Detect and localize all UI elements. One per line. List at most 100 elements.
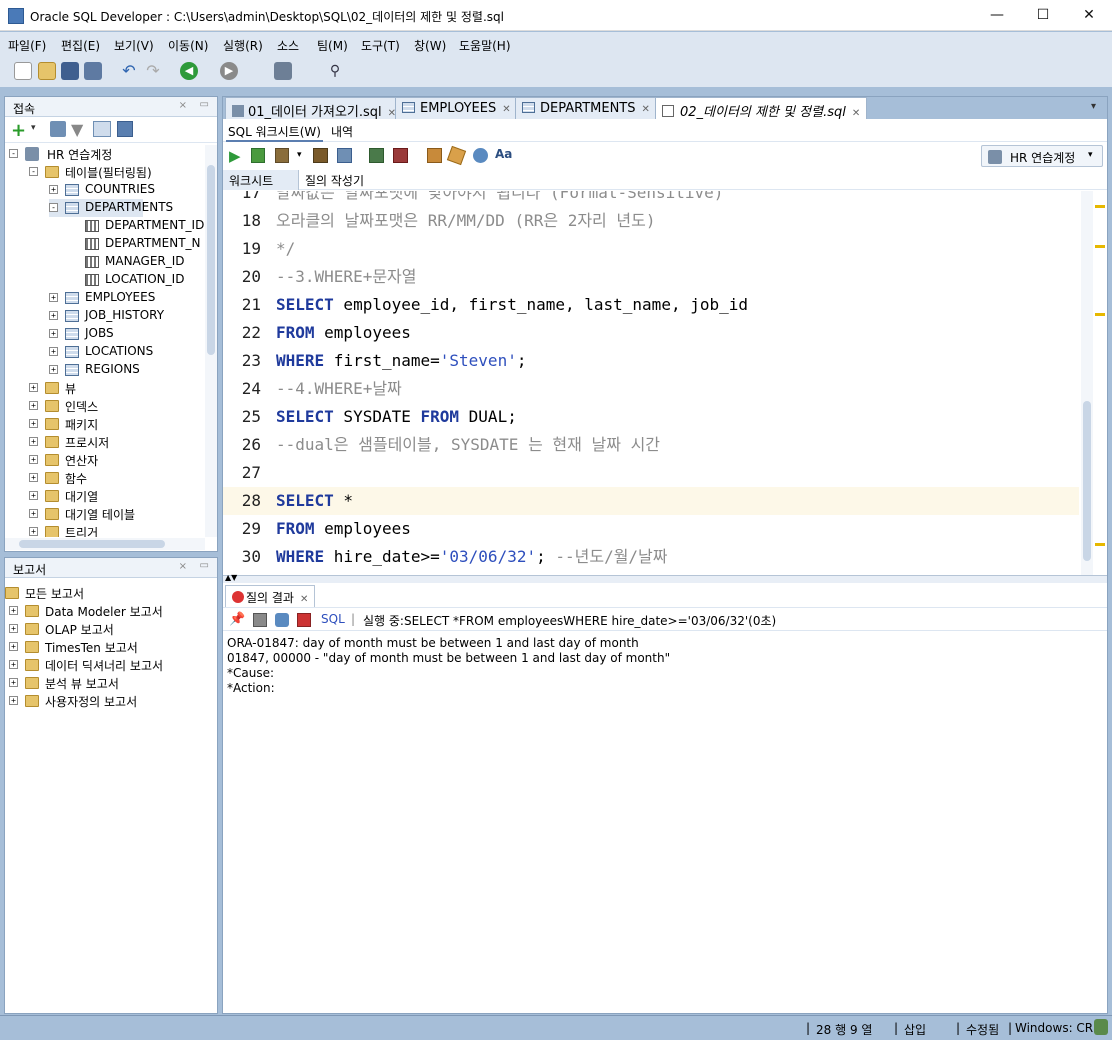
expand-toggle-icon[interactable]: +	[49, 329, 58, 338]
tab-departments[interactable]: DEPARTMENTS ✕	[515, 97, 657, 119]
code-line[interactable]: 30 WHERE hire_date>='03/06/32'; --년도/월/날짜	[223, 543, 1079, 571]
tree-item-departments[interactable]: - DEPARTMENTS	[49, 199, 173, 217]
close-button[interactable]: ✕	[1066, 0, 1112, 31]
search-binoculars-icon[interactable]: ⚲	[326, 62, 344, 80]
tab-query-builder[interactable]: 질의 작성기	[305, 172, 364, 189]
explain-plan-icon[interactable]	[313, 148, 328, 163]
expand-toggle-icon[interactable]: +	[49, 365, 58, 374]
code-line[interactable]: 27	[223, 459, 1079, 487]
expand-toggle-icon[interactable]: +	[29, 473, 38, 482]
tree-horizontal-scrollbar[interactable]	[5, 538, 205, 550]
scrollbar-thumb[interactable]	[1083, 401, 1091, 561]
save-all-icon[interactable]	[84, 62, 102, 80]
close-tab-icon[interactable]: ✕	[852, 108, 860, 119]
splitter-arrows-icon[interactable]: ▲▼	[225, 573, 237, 582]
code-line[interactable]: 24 --4.WHERE+날짜	[223, 375, 1079, 403]
menu-run[interactable]: 실행(R)	[223, 37, 263, 54]
close-panel-icon[interactable]: ×	[179, 561, 187, 572]
minimize-panel-icon[interactable]: ▭	[200, 99, 209, 110]
collapse-toggle-icon[interactable]: -	[29, 167, 38, 176]
expand-toggle-icon[interactable]: +	[9, 606, 18, 615]
code-line[interactable]: 23 WHERE first_name='Steven';	[223, 347, 1079, 375]
tab-employees[interactable]: EMPLOYEES ✕	[395, 97, 518, 119]
autotrace-icon[interactable]	[275, 148, 289, 163]
schema-browser-icon[interactable]	[93, 121, 111, 137]
refresh-icon[interactable]	[50, 121, 66, 137]
expand-toggle-icon[interactable]: +	[29, 455, 38, 464]
new-file-icon[interactable]	[14, 62, 32, 80]
expand-toggle-icon[interactable]: +	[29, 491, 38, 500]
code-line[interactable]: 20 --3.WHERE+문자열	[223, 263, 1079, 291]
marker[interactable]	[1095, 205, 1105, 208]
dropdown-arrow-icon[interactable]: ▾	[31, 123, 36, 133]
menu-navigate[interactable]: 이동(N)	[168, 37, 208, 54]
dropdown-arrow-icon[interactable]: ▾	[297, 150, 302, 160]
expand-toggle-icon[interactable]: +	[29, 437, 38, 446]
menu-help[interactable]: 도움말(H)	[459, 37, 511, 54]
tab-data-restriction-sql[interactable]: 02_데이터의 제한 및 정렬.sql ✕	[655, 97, 868, 120]
tree-vertical-scrollbar[interactable]	[205, 145, 217, 537]
tab-data-import-sql[interactable]: 01_데이터 가져오기.sql ✕	[225, 97, 404, 120]
splitter[interactable]: ▲▼	[223, 573, 1107, 583]
code-editor[interactable]: 17 날짜값은 날짜포맷에 맞아야지 됩니다 (Format-Sensitive)…	[223, 191, 1081, 575]
code-line[interactable]: 22 FROM employees	[223, 319, 1079, 347]
redo-icon[interactable]: ↷	[144, 62, 162, 80]
marker[interactable]	[1095, 245, 1105, 248]
menu-view[interactable]: 보기(V)	[114, 37, 154, 54]
code-line[interactable]: 21 SELECT employee_id, first_name, last_n…	[223, 291, 1079, 319]
expand-toggle-icon[interactable]: +	[9, 660, 18, 669]
code-line[interactable]: 26 --dual은 샘플테이블, SYSDATE 는 현재 날짜 시간	[223, 431, 1079, 459]
code-line[interactable]: 19 */	[223, 235, 1079, 263]
expand-toggle-icon[interactable]: +	[9, 678, 18, 687]
open-folder-icon[interactable]	[38, 62, 56, 80]
marker[interactable]	[1095, 313, 1105, 316]
run-script-icon[interactable]	[251, 148, 265, 163]
expand-toggle-icon[interactable]: +	[49, 293, 58, 302]
expand-toggle-icon[interactable]: +	[29, 401, 38, 410]
code-line[interactable]: 28 SELECT *	[223, 487, 1079, 515]
expand-toggle-icon[interactable]: +	[9, 696, 18, 705]
expand-toggle-icon[interactable]: +	[49, 311, 58, 320]
unshared-sql-icon[interactable]	[427, 148, 442, 163]
forward-icon[interactable]: ▶	[220, 62, 238, 80]
save-icon[interactable]	[61, 62, 79, 80]
overview-ruler[interactable]	[1093, 191, 1107, 575]
expand-toggle-icon[interactable]: +	[9, 624, 18, 633]
add-connection-icon[interactable]: +	[11, 120, 26, 141]
line-ending[interactable]: Windows: CR	[1015, 1021, 1093, 1035]
pin-icon[interactable]: 📌	[229, 612, 245, 627]
expand-toggle-icon[interactable]: +	[29, 509, 38, 518]
scrollbar-thumb[interactable]	[207, 165, 215, 355]
delete-icon[interactable]	[297, 613, 311, 627]
close-tab-icon[interactable]: ✕	[300, 594, 308, 605]
expand-toggle-icon[interactable]: +	[29, 383, 38, 392]
code-line[interactable]: 25 SELECT SYSDATE FROM DUAL;	[223, 403, 1079, 431]
tab-worksheet[interactable]: 워크시트	[223, 170, 299, 190]
maximize-button[interactable]: ☐	[1020, 0, 1066, 31]
history-icon[interactable]	[473, 148, 488, 163]
sql-tuning-icon[interactable]	[337, 148, 352, 163]
back-icon[interactable]: ◀	[180, 62, 198, 80]
format-icon[interactable]: Aa	[495, 147, 512, 161]
filter-icon[interactable]: ▼	[71, 120, 83, 139]
expand-toggle-icon[interactable]: +	[49, 185, 58, 194]
clear-icon[interactable]	[446, 145, 467, 166]
expand-toggle-icon[interactable]: +	[49, 347, 58, 356]
expand-toggle-icon[interactable]: +	[9, 642, 18, 651]
close-tab-icon[interactable]: ✕	[642, 104, 650, 115]
sql-link[interactable]: SQL	[321, 612, 345, 626]
editor-vertical-scrollbar[interactable]	[1081, 191, 1093, 575]
tab-list-dropdown-icon[interactable]: ▾	[1091, 101, 1096, 112]
marker[interactable]	[1095, 543, 1105, 546]
menu-tools[interactable]: 도구(T)	[361, 37, 400, 54]
minimize-button[interactable]: —	[974, 0, 1020, 31]
print-icon[interactable]	[253, 613, 267, 627]
run-statement-icon[interactable]: ▶	[229, 147, 241, 165]
menu-file[interactable]: 파일(F)	[8, 37, 46, 54]
code-line[interactable]: 18 오라클의 날짜포맷은 RR/MM/DD (RR은 2자리 년도)	[223, 207, 1079, 235]
menu-source[interactable]: 소스	[277, 37, 299, 54]
tab-query-result[interactable]: 질의 결과 ✕	[225, 585, 316, 607]
insert-mode[interactable]: 삽입	[904, 1021, 926, 1038]
menu-team[interactable]: 팀(M)	[317, 37, 348, 54]
results-output[interactable]: ORA-01847: day of month must be between …	[223, 632, 1107, 1013]
